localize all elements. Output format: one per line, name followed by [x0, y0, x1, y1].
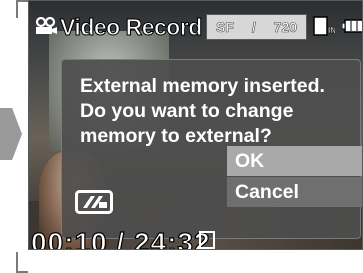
- memory-card-icon: [75, 190, 113, 214]
- quality-separator: /: [251, 19, 256, 36]
- internal-memory-icon: IN: [313, 16, 335, 36]
- ok-option[interactable]: OK: [227, 146, 362, 176]
- svg-text:IN: IN: [328, 26, 335, 35]
- bracket-line: [16, 252, 18, 273]
- recording-timecode: 00:10 / 24:32: [30, 226, 211, 250]
- record-status-icon: [199, 231, 215, 249]
- callout-arrow: [0, 108, 22, 160]
- battery-icon: [342, 19, 362, 33]
- status-bar: Video Record SF / 720 IN: [29, 5, 362, 45]
- quality-mode: SF: [215, 19, 234, 36]
- video-record-icon: [35, 17, 57, 34]
- dialog-message: External memory inserted. Do you want to…: [80, 75, 325, 147]
- memory-change-dialog: External memory inserted. Do you want to…: [61, 59, 362, 239]
- cancel-option[interactable]: Cancel: [227, 177, 362, 207]
- quality-resolution: 720: [273, 19, 298, 36]
- mode-title: Video Record: [60, 14, 203, 41]
- quality-badge: SF / 720: [206, 14, 307, 40]
- bracket-line: [16, 0, 18, 18]
- camera-screen: Video Record SF / 720 IN External memory…: [28, 0, 363, 250]
